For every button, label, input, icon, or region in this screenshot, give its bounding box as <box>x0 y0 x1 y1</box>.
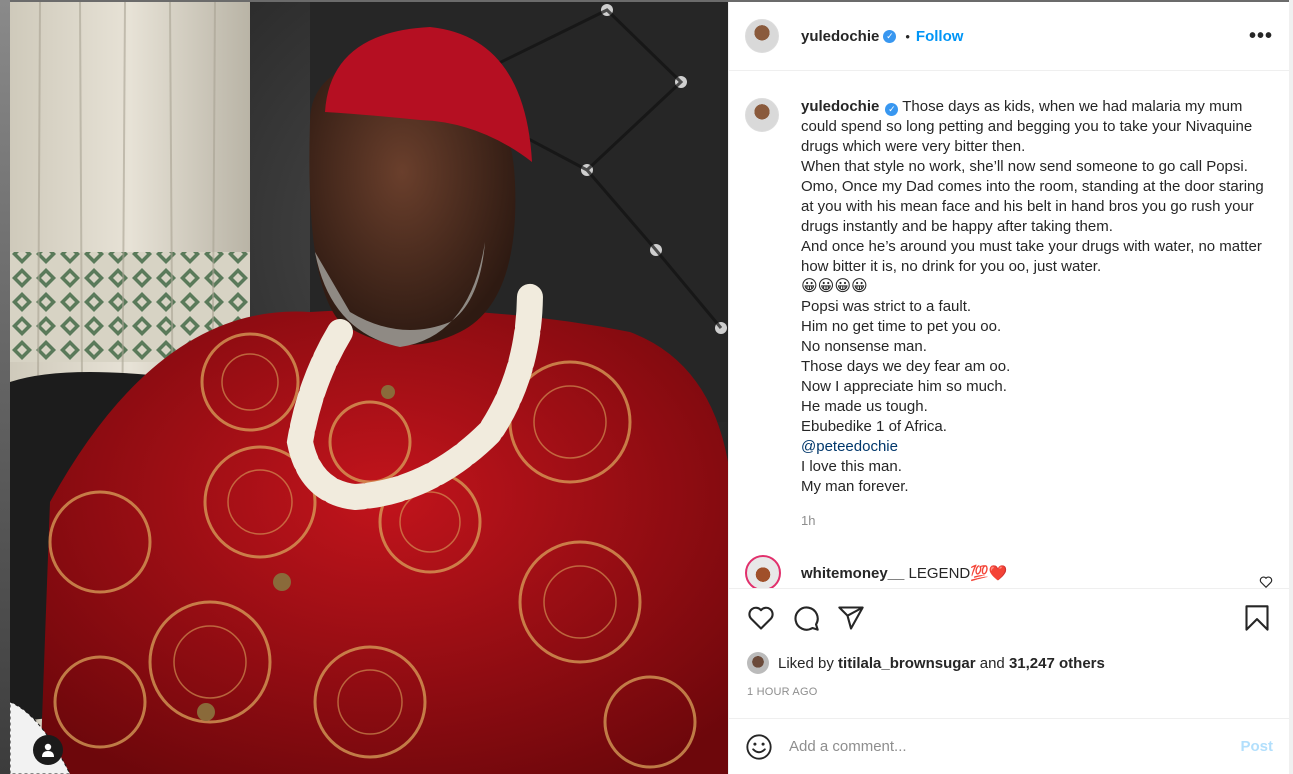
separator-dot: • <box>905 28 910 44</box>
add-comment-bar: Post <box>729 718 1289 774</box>
commenter-username[interactable]: whitemoney__ <box>801 565 904 582</box>
caption-line: I love this man. <box>801 458 902 475</box>
caption-line: Now I appreciate him so much. <box>801 378 1007 395</box>
comment-item: whitemoney__ LEGEND💯❤️ <box>729 531 1289 588</box>
bookmark-icon <box>1245 605 1269 631</box>
comment-button[interactable] <box>790 602 822 634</box>
likes-count-link[interactable]: 31,247 others <box>1009 655 1105 672</box>
liker-avatar[interactable] <box>747 652 769 674</box>
caption-body: yuledochie ✓ Those days as kids, when we … <box>801 97 1271 531</box>
user-tag-icon <box>42 743 54 757</box>
caption-line: Popsi was strict to a fault. <box>801 298 972 315</box>
caption-verified-badge-icon: ✓ <box>885 102 899 116</box>
caption-mention-link[interactable]: @peteedochie <box>801 437 1271 457</box>
caption-line: Him no get time to pet you oo. <box>801 318 1002 335</box>
smiley-icon[interactable] <box>745 733 773 761</box>
more-options-icon[interactable]: ••• <box>1249 25 1273 48</box>
caption-line: When that style no work, she’ll now send… <box>801 158 1248 175</box>
comments-area[interactable]: yuledochie ✓ Those days as kids, when we … <box>729 72 1289 588</box>
share-button[interactable] <box>835 602 867 634</box>
commenter-avatar[interactable] <box>745 555 781 588</box>
page-backdrop <box>0 0 10 774</box>
caption-line: No nonsense man. <box>801 338 927 355</box>
likes-and: and <box>979 654 1005 672</box>
comment-bubble-icon <box>794 606 819 631</box>
caption-line: Those days we dey fear am oo. <box>801 358 1011 375</box>
like-button[interactable] <box>745 602 777 634</box>
verified-badge-icon: ✓ <box>883 29 897 43</box>
liker-username[interactable]: titilala_brownsugar <box>838 655 976 672</box>
caption-author-avatar[interactable] <box>745 98 779 132</box>
comment-body: LEGEND💯❤️ <box>908 565 1008 582</box>
caption-line: My man forever. <box>801 478 909 495</box>
caption-line: He made us tough. <box>801 398 928 415</box>
post-timestamp[interactable]: 1 HOUR AGO <box>747 686 817 698</box>
heart-icon <box>748 606 774 630</box>
add-comment-input[interactable] <box>789 738 1231 755</box>
window-scrollbar[interactable] <box>1289 0 1293 774</box>
user-tag-button[interactable] <box>33 735 63 765</box>
caption-emoji-line: 😀😀😀😀 <box>801 278 868 295</box>
comment-text: whitemoney__ LEGEND💯❤️ <box>801 564 1008 582</box>
author-avatar[interactable] <box>745 19 779 53</box>
caption-line: And once he’s around you must take your … <box>801 238 1262 275</box>
post-photo[interactable] <box>10 2 728 774</box>
actions-divider <box>729 588 1289 589</box>
caption-timestamp[interactable]: 1h <box>801 511 1271 531</box>
likes-prefix: Liked by <box>778 654 834 672</box>
comment-like-heart-icon[interactable] <box>1259 575 1273 588</box>
caption-line: Omo, Once my Dad comes into the room, st… <box>801 178 1264 235</box>
post-actions <box>745 600 1273 636</box>
caption-line: Ebubedike 1 of Africa. <box>801 418 947 435</box>
save-button[interactable] <box>1241 602 1273 634</box>
post-header: yuledochie ✓ • Follow ••• <box>729 2 1289 71</box>
caption-username[interactable]: yuledochie <box>801 98 879 115</box>
post-side-panel: yuledochie ✓ • Follow ••• yuledochie ✓ Th… <box>728 2 1289 774</box>
paper-plane-icon <box>838 606 864 630</box>
post-photo-image <box>10 2 728 774</box>
follow-button[interactable]: Follow <box>916 28 964 45</box>
post-caption: yuledochie ✓ Those days as kids, when we … <box>729 72 1289 531</box>
likes-summary: Liked by titilala_brownsugar and 31,247 … <box>747 652 1105 674</box>
author-username[interactable]: yuledochie <box>801 28 879 45</box>
post-comment-button[interactable]: Post <box>1240 738 1273 755</box>
